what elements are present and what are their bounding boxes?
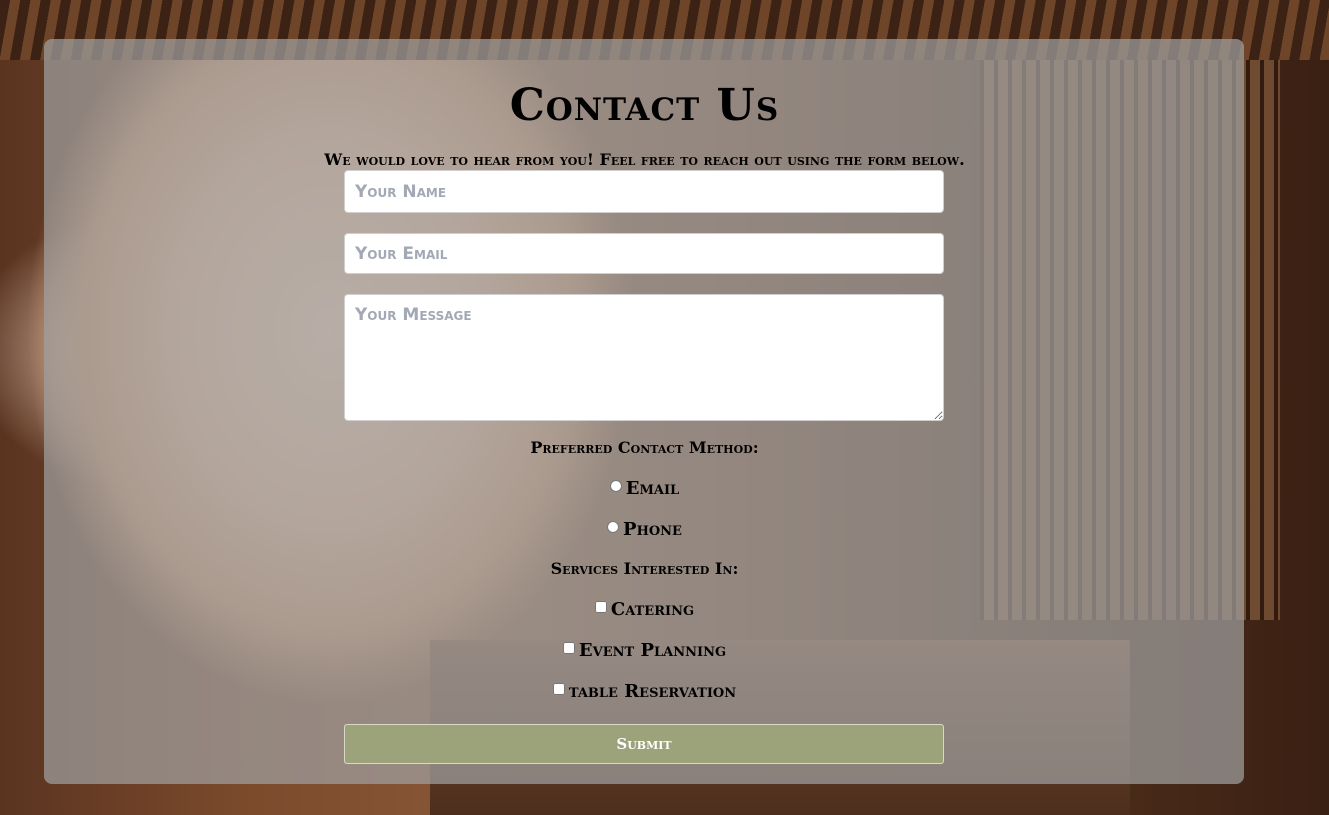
table-reservation-checkbox[interactable] [552,683,565,695]
contact-option-phone[interactable]: Phone [0,519,1289,540]
contact-method-label: Preferred Contact Method: [530,438,759,457]
email-input[interactable] [344,233,944,274]
services-label: Services Interested In: [550,559,739,578]
service-option-table-reservation[interactable]: table Reservation [0,681,1289,702]
page-title: Contact Us [509,80,780,131]
email-radio[interactable] [609,480,622,492]
catering-checkbox-label: Catering [610,599,695,620]
table-reservation-checkbox-label: table Reservation [568,681,737,702]
email-radio-label: Email [625,478,680,499]
message-textarea[interactable] [344,294,944,421]
contact-option-email[interactable]: Email [0,478,1289,499]
service-option-catering[interactable]: Catering [0,599,1289,620]
phone-radio[interactable] [607,521,620,533]
phone-radio-label: Phone [623,519,682,540]
page-subtitle: We would love to hear from you! Feel fre… [324,150,965,169]
event-planning-checkbox-label: Event Planning [578,640,727,661]
catering-checkbox[interactable] [594,601,607,613]
event-planning-checkbox[interactable] [562,642,575,654]
service-option-event-planning[interactable]: Event Planning [0,640,1289,661]
submit-button[interactable]: Submit [344,724,944,764]
name-input[interactable] [344,170,944,213]
